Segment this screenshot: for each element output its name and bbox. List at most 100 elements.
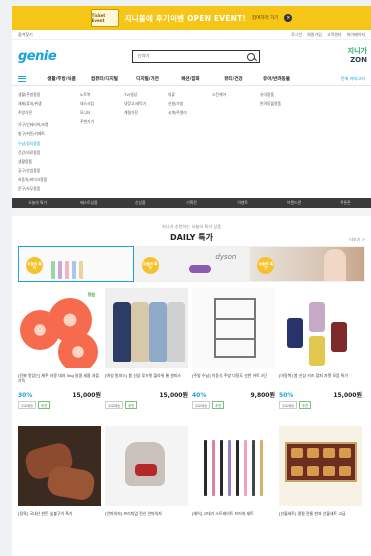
signup-link[interactable]: 회원가입 xyxy=(307,32,322,38)
category-tab[interactable]: 베스트상품 xyxy=(63,200,114,206)
product-card[interactable]: [정육] 국내산 한돈 숯불구이 특가 xyxy=(18,426,101,536)
mega-column-living: 생활/주방용품 세제/휴지/위생 주방가전 가구/인테리어/조명 침구/커튼/카… xyxy=(18,92,80,198)
mega-item[interactable]: 생활용품 xyxy=(18,159,80,165)
product-image[interactable] xyxy=(105,288,188,368)
product-discount: 30% xyxy=(18,392,33,399)
mega-item[interactable]: 노트북 xyxy=(80,92,124,98)
mega-item[interactable]: 생활/주방용품 xyxy=(18,92,80,98)
login-link[interactable]: 로그인 xyxy=(291,32,302,38)
product-discount: 50% xyxy=(279,392,294,399)
product-card[interactable]: [안마의자] 프리미엄 전신 안마의자 xyxy=(105,426,188,536)
mega-item[interactable]: 의류 xyxy=(168,92,212,98)
daily-banner-2[interactable]: 오늘의 특가 dyson xyxy=(133,246,250,282)
product-title[interactable]: [주방 수납] 이동식 주방 다용도 선반 카트 3단 xyxy=(192,373,275,384)
customer-center-link[interactable]: 고객센터 xyxy=(327,32,342,38)
zone-logo[interactable]: 지니가 ZON xyxy=(348,46,367,64)
search-icon[interactable] xyxy=(247,52,255,61)
product-price: 15,000원 xyxy=(333,392,362,399)
product-title[interactable]: [아동복] 봄 신상 키즈 점퍼 자켓 모음 특가 xyxy=(279,373,362,384)
product-discount: 40% xyxy=(192,392,207,399)
product-title[interactable]: [선물세트] 명절 전통 한과 선물세트 고급 xyxy=(279,511,362,522)
mega-item[interactable]: 스킨케어 xyxy=(212,92,260,98)
product-card[interactable]: [여성 원피스] 봄 신상 루즈핏 플라워 롱 원피스 15,000원 무료배송… xyxy=(105,288,188,426)
nav-item-computer[interactable]: 컴퓨터/디지털 xyxy=(83,76,126,82)
dyson-logo: dyson xyxy=(215,253,237,261)
mega-item[interactable]: 계절가전 xyxy=(124,110,168,116)
product-title[interactable]: [정육] 국내산 한돈 숯불구이 특가 xyxy=(18,511,101,522)
category-tab[interactable]: 신상품 xyxy=(115,200,166,206)
vacuum-icon xyxy=(188,265,211,273)
nav-item-baby[interactable]: 유아/반려동물 xyxy=(255,76,298,82)
top-promo-banner[interactable]: Ticket Event 지니몰에 후기이벤 OPEN EVENT! 참여하러 … xyxy=(12,6,371,30)
mega-item[interactable]: 세제/휴지/위생 xyxy=(18,101,80,107)
product-image[interactable] xyxy=(18,426,101,506)
product-title[interactable]: [진짜 맛있는] 제주 자몽 대과 5kg 달콤 새콤 과즙 가득 xyxy=(18,373,101,384)
mega-item[interactable]: 수납/정리용품 xyxy=(18,141,80,147)
product-price: 15,000원 xyxy=(72,392,101,399)
category-tab[interactable]: 오늘의 특가 xyxy=(12,200,63,206)
mega-menu: 생활/주방용품 세제/휴지/위생 주방가전 가구/인테리어/조명 침구/커튼/카… xyxy=(12,86,371,198)
mega-item[interactable]: 반려동물용품 xyxy=(260,101,310,107)
product-tag: 추천 xyxy=(212,401,225,409)
section-spacer xyxy=(12,208,371,216)
daily-badge: 오늘의 특가 xyxy=(26,257,43,274)
product-card[interactable]: [주방 수납] 이동식 주방 다용도 선반 카트 3단 40% 9,800원 무… xyxy=(192,288,275,426)
hamburger-menu-icon[interactable] xyxy=(18,75,26,82)
product-image[interactable] xyxy=(192,288,275,368)
nav-item-digital[interactable]: 디지털/가전 xyxy=(126,76,169,82)
mega-item[interactable]: 유아용품 xyxy=(260,92,310,98)
site-logo[interactable]: genie xyxy=(18,49,57,64)
nav-item-beauty[interactable]: 뷰티/건강 xyxy=(212,76,255,82)
all-categories-link[interactable]: 전체 카테고리 xyxy=(341,76,365,82)
product-tag: 무료배송 xyxy=(18,401,37,409)
product-title[interactable]: [헤어] 고데기 스트레이트 브러쉬 세트 xyxy=(192,511,275,522)
product-image[interactable] xyxy=(192,426,275,506)
bookmark-link[interactable]: 즐겨찾기 xyxy=(18,32,33,38)
daily-more-link[interactable]: 더보기 > xyxy=(349,237,365,243)
product-card[interactable]: 정원 [진짜 맛있는] 제주 자몽 대과 5kg 달콤 새콤 과즙 가득 30%… xyxy=(18,288,101,426)
mega-column-baby: 유아용품 반려동물용품 xyxy=(260,92,310,198)
category-bar: 오늘의 특가 베스트상품 신상품 기획전 이벤트 브랜드관 쿠폰존 xyxy=(12,198,371,208)
mega-item[interactable]: 데스크탑 xyxy=(80,101,124,107)
product-title[interactable]: [여성 원피스] 봄 신상 루즈핏 플라워 롱 원피스 xyxy=(105,373,188,384)
search-input[interactable] xyxy=(137,54,247,59)
nav-item-fashion[interactable]: 패션/잡화 xyxy=(169,76,212,82)
mega-item[interactable]: 시계/주얼리 xyxy=(168,110,212,116)
mega-item[interactable]: 침구/커튼/카페트 xyxy=(18,131,80,137)
product-card[interactable]: [선물세트] 명절 전통 한과 선물세트 고급 xyxy=(279,426,362,536)
product-title[interactable]: [안마의자] 프리미엄 전신 안마의자 xyxy=(105,511,188,522)
product-card[interactable]: [헤어] 고데기 스트레이트 브러쉬 세트 xyxy=(192,426,275,536)
main-navigation: 생활/주방/식품 컴퓨터/디지털 디지털/가전 패션/잡화 뷰티/건강 유아/반… xyxy=(12,72,371,86)
mega-item[interactable]: 모니터 xyxy=(80,110,124,116)
mega-item[interactable]: 자동차/바이크용품 xyxy=(18,177,80,183)
mega-item[interactable]: 가구/인테리어/조명 xyxy=(18,122,80,128)
mega-item[interactable]: 건강/의료용품 xyxy=(18,150,80,156)
mypage-link[interactable]: 마이페이지 xyxy=(347,32,365,38)
daily-banner-3[interactable]: 오늘의 특가 xyxy=(249,246,366,282)
mega-column-beauty: 스킨케어 xyxy=(212,92,260,198)
product-image[interactable] xyxy=(279,426,362,506)
category-tab[interactable]: 브랜드관 xyxy=(268,200,319,206)
mega-column-fashion: 의류 신발/가방 시계/주얼리 xyxy=(168,92,212,198)
mega-item[interactable]: 신발/가방 xyxy=(168,101,212,107)
ticket-logo-icon: Ticket Event xyxy=(90,9,119,27)
mega-item[interactable]: 주변기기 xyxy=(80,119,124,125)
promo-text: 지니몰에 후기이벤 OPEN EVENT! xyxy=(124,13,247,23)
nav-item-living[interactable]: 생활/주방/식품 xyxy=(40,76,83,82)
mega-item[interactable]: TV/영상 xyxy=(124,92,168,98)
mega-item[interactable]: 공구/산업용품 xyxy=(18,168,80,174)
category-tab[interactable]: 쿠폰존 xyxy=(320,200,371,206)
product-card[interactable]: [아동복] 봄 신상 키즈 점퍼 자켓 모음 특가 50% 15,000원 무료… xyxy=(279,288,362,426)
product-image[interactable] xyxy=(105,426,188,506)
mega-item[interactable]: 문구/사무용품 xyxy=(18,186,80,192)
daily-section-header: 지니가 추천하는 오늘의 특가 상품 DAILY 특가 더보기 > xyxy=(12,216,371,246)
product-image[interactable]: 정원 xyxy=(18,288,101,368)
mega-item[interactable]: 주방가전 xyxy=(18,110,80,116)
category-tab[interactable]: 이벤트 xyxy=(217,200,268,206)
promo-link[interactable]: 참여하러 가기 xyxy=(252,15,278,21)
mega-item[interactable]: 냉장고/세탁기 xyxy=(124,101,168,107)
close-icon[interactable]: × xyxy=(284,14,293,22)
category-tab[interactable]: 기획전 xyxy=(166,200,217,206)
daily-banner-1[interactable]: 오늘의 특가 xyxy=(18,246,134,282)
product-image[interactable] xyxy=(279,288,362,368)
